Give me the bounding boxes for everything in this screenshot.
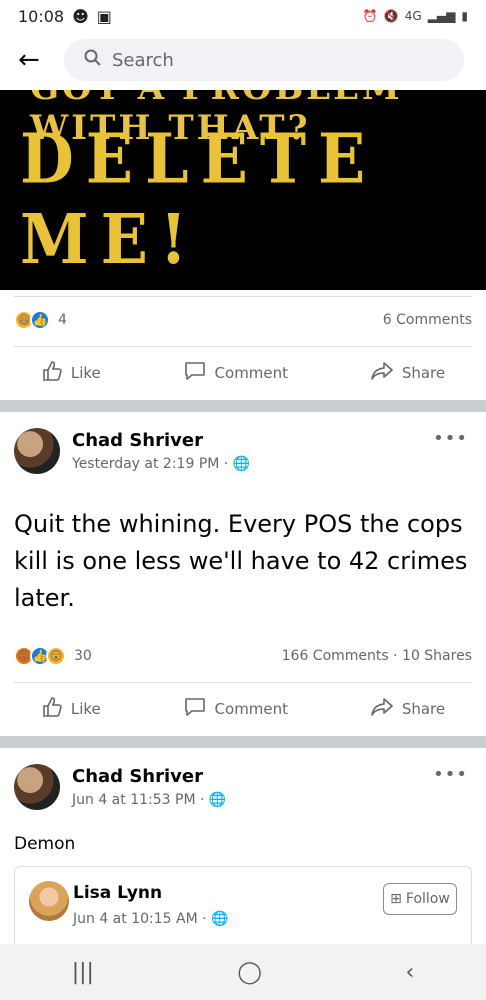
comment-button[interactable]: Comment: [183, 360, 289, 386]
mute-icon: 🔇: [383, 9, 399, 23]
comment-icon: [183, 360, 207, 386]
post1-reactions[interactable]: 😆 👍 4 6 Comments: [14, 310, 472, 330]
like-button[interactable]: Like: [41, 360, 101, 386]
follow-label: Follow: [405, 891, 450, 907]
globe-icon: · 🌐: [202, 911, 229, 927]
shared-time-label: Jun 4 at 10:15 AM: [73, 911, 198, 927]
messenger-notification-icon: ☻: [72, 6, 89, 26]
comment-count[interactable]: 6 Comments: [383, 312, 472, 328]
post3-header: Chad Shriver Jun 4 at 11:53 PM · 🌐 •••: [14, 764, 472, 814]
like-label: Like: [70, 364, 101, 382]
comment-button[interactable]: Comment: [183, 696, 289, 722]
reaction-count: 4: [58, 312, 67, 328]
search-input[interactable]: Search: [64, 39, 464, 81]
post-image[interactable]: GOT A PROBLEM WITH THAT? DELETE ME!: [0, 90, 486, 290]
battery-icon: ▮: [461, 9, 468, 23]
post2-header: Chad Shriver Yesterday at 2:19 PM · 🌐 ••…: [14, 428, 472, 478]
share-icon: [370, 696, 394, 722]
post-separator: [0, 736, 486, 748]
globe-icon: · 🌐: [223, 456, 251, 472]
post-time-label: Yesterday at 2:19 PM: [72, 456, 220, 472]
network-type: 4G: [404, 9, 422, 23]
search-icon: [84, 49, 102, 72]
globe-icon: · 🌐: [199, 792, 227, 808]
comment-icon: [183, 696, 207, 722]
post2-reactions[interactable]: 😡 👍 😮 30 166 Comments · 10 Shares: [14, 646, 472, 666]
back-arrow-icon[interactable]: ←: [18, 45, 48, 75]
avatar[interactable]: [14, 764, 60, 810]
post1-actions: Like Comment Share: [0, 348, 486, 398]
post-time[interactable]: Yesterday at 2:19 PM · 🌐: [72, 456, 250, 472]
top-bar: ← Search: [0, 32, 486, 88]
author-name[interactable]: Chad Shriver: [72, 766, 203, 787]
like-reaction-icon: 👍: [30, 310, 50, 330]
avatar[interactable]: [14, 428, 60, 474]
share-button[interactable]: Share: [370, 696, 445, 722]
author-name[interactable]: Chad Shriver: [72, 430, 203, 451]
shared-post-time[interactable]: Jun 4 at 10:15 AM · 🌐: [73, 911, 228, 927]
signal-icon: ▂▄▆: [427, 9, 456, 23]
divider: [14, 346, 472, 347]
post-text: Demon: [14, 834, 76, 854]
wow-icon: 😮: [46, 646, 66, 666]
status-bar: 10:08 ☻ ▣ ⏰ 🔇 4G ▂▄▆ ▮: [0, 0, 486, 32]
follow-button[interactable]: ⊞ Follow: [383, 883, 457, 915]
back-nav-icon[interactable]: ‹: [405, 960, 414, 985]
post-time[interactable]: Jun 4 at 11:53 PM · 🌐: [72, 792, 226, 808]
follow-icon: ⊞: [390, 891, 402, 907]
comment-label: Comment: [214, 364, 289, 382]
post-separator: [0, 400, 486, 412]
post-text: Quit the whining. Every POS the cops kil…: [14, 510, 468, 612]
home-icon[interactable]: ◯: [237, 960, 262, 985]
status-time: 10:08: [18, 6, 65, 26]
image-main-text: DELETE ME!: [20, 118, 378, 280]
post2-actions: Like Comment Share: [0, 684, 486, 734]
shared-post-card[interactable]: Lisa Lynn Jun 4 at 10:15 AM · 🌐 ⊞ Follow: [14, 866, 472, 947]
share-label: Share: [401, 364, 446, 382]
post-time-label: Jun 4 at 11:53 PM: [72, 792, 196, 808]
search-placeholder: Search: [112, 49, 174, 71]
system-nav-bar: ||| ◯ ‹: [0, 944, 486, 1000]
avatar[interactable]: [29, 881, 69, 921]
image-notification-icon: ▣: [96, 6, 112, 26]
like-icon: [41, 360, 63, 386]
more-icon[interactable]: •••: [433, 764, 468, 785]
share-button[interactable]: Share: [370, 360, 445, 386]
shared-author-name[interactable]: Lisa Lynn: [73, 883, 162, 903]
like-icon: [41, 696, 63, 722]
reaction-count: 30: [74, 648, 92, 664]
more-icon[interactable]: •••: [433, 428, 468, 449]
recent-apps-icon[interactable]: |||: [72, 960, 94, 985]
alarm-icon: ⏰: [362, 9, 378, 23]
share-label: Share: [401, 700, 446, 718]
share-icon: [370, 360, 394, 386]
divider: [14, 682, 472, 683]
like-label: Like: [70, 700, 101, 718]
comment-label: Comment: [214, 700, 289, 718]
like-button[interactable]: Like: [41, 696, 101, 722]
divider: [14, 296, 472, 297]
comments-shares-count[interactable]: 166 Comments · 10 Shares: [282, 648, 472, 664]
